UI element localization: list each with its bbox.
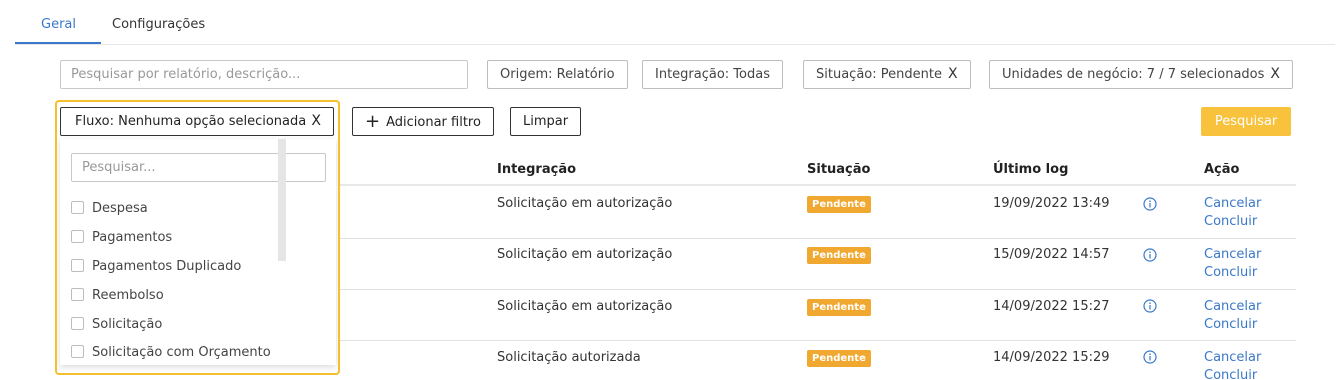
add-filter-button[interactable]: + Adicionar filtro [352, 107, 494, 136]
close-icon[interactable]: X [1270, 61, 1280, 88]
close-icon[interactable]: X [948, 61, 958, 88]
focus-highlight [55, 100, 340, 375]
cell-integracao: Solicitação em autorização [497, 299, 673, 314]
column-header-integracao: Integração [497, 162, 577, 177]
tab-geral[interactable]: Geral [41, 17, 76, 32]
tab-configuracoes[interactable]: Configurações [112, 17, 205, 32]
row-divider [340, 340, 1296, 341]
header-divider [340, 184, 1296, 186]
filter-chip-label: Situação: Pendente [816, 67, 942, 82]
filter-chip-label: Unidades de negócio: 7 / 7 selecionados [1002, 67, 1265, 82]
info-icon[interactable] [1143, 299, 1157, 313]
cell-integracao: Solicitação em autorização [497, 196, 673, 211]
cancel-link[interactable]: Cancelar [1204, 196, 1261, 211]
filter-chip-situacao[interactable]: Situação: Pendente X [803, 60, 971, 89]
column-header-acao: Ação [1204, 162, 1240, 177]
cell-ultimo-log: 15/09/2022 14:57 [993, 247, 1110, 262]
filter-chip-label: Origem: Relatório [500, 67, 615, 82]
cell-integracao: Solicitação autorizada [497, 350, 641, 365]
search-button[interactable]: Pesquisar [1201, 107, 1291, 136]
info-icon[interactable] [1143, 248, 1157, 262]
cancel-link[interactable]: Cancelar [1204, 350, 1261, 365]
add-filter-label: Adicionar filtro [386, 115, 481, 130]
status-badge: Pendente [807, 247, 871, 264]
cell-ultimo-log: 14/09/2022 15:29 [993, 350, 1110, 365]
info-icon[interactable] [1143, 197, 1157, 211]
cancel-link[interactable]: Cancelar [1204, 299, 1261, 314]
status-badge: Pendente [807, 350, 871, 367]
filter-chip-origem[interactable]: Origem: Relatório [487, 60, 628, 89]
cancel-link[interactable]: Cancelar [1204, 247, 1261, 262]
filter-chip-unidades[interactable]: Unidades de negócio: 7 / 7 selecionados X [989, 60, 1293, 89]
column-header-ultimo-log: Último log [993, 162, 1069, 177]
row-divider [340, 238, 1296, 239]
status-badge: Pendente [807, 196, 871, 213]
column-header-situacao: Situação [807, 162, 871, 177]
conclude-link[interactable]: Concluir [1204, 214, 1257, 229]
cell-ultimo-log: 19/09/2022 13:49 [993, 196, 1110, 211]
conclude-link[interactable]: Concluir [1204, 317, 1257, 332]
info-icon[interactable] [1143, 350, 1157, 364]
conclude-link[interactable]: Concluir [1204, 368, 1257, 380]
tabs-divider [15, 44, 1335, 45]
clear-button[interactable]: Limpar [510, 107, 582, 136]
tab-bar: Geral Configurações [15, 0, 1335, 45]
cell-ultimo-log: 14/09/2022 15:27 [993, 299, 1110, 314]
filter-chip-label: Integração: Todas [655, 67, 770, 82]
filter-chip-integracao[interactable]: Integração: Todas [642, 60, 783, 89]
search-input[interactable]: Pesquisar por relatório, descrição... [60, 60, 468, 89]
clear-label: Limpar [523, 114, 569, 129]
conclude-link[interactable]: Concluir [1204, 265, 1257, 280]
status-badge: Pendente [807, 299, 871, 316]
cell-integracao: Solicitação em autorização [497, 247, 673, 262]
row-divider [340, 289, 1296, 290]
plus-icon: + [365, 111, 381, 132]
